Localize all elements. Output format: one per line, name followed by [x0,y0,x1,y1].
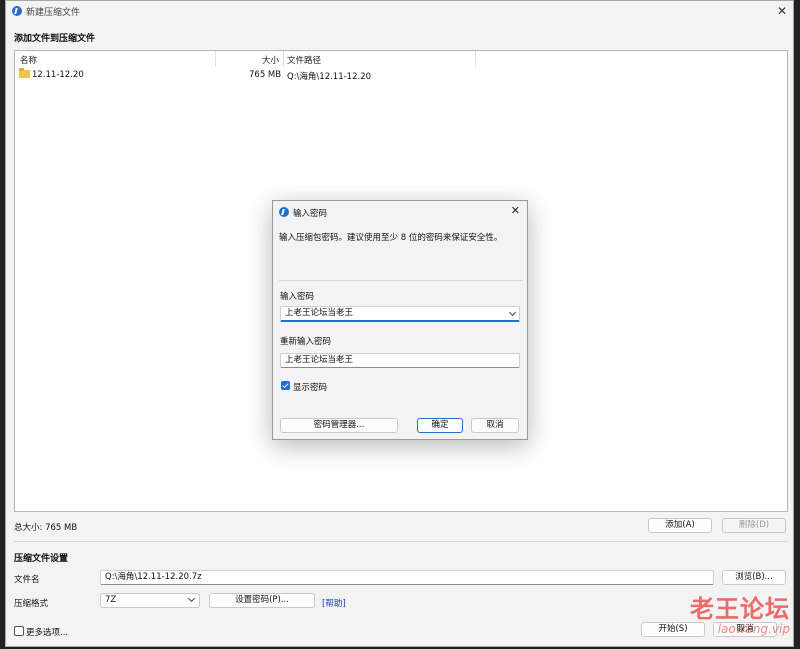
filename-input[interactable]: Q:\海角\12.11-12.20.7z [100,570,714,585]
cancel-button[interactable]: 取消 [713,622,777,637]
dialog-description: 输入压缩包密码。建议使用至少 8 位的密码来保证安全性。 [279,233,503,243]
column-header-size[interactable]: 大小 [262,54,279,66]
column-separator[interactable] [475,51,476,67]
show-password-label[interactable]: 显示密码 [293,381,327,393]
files-section-title: 添加文件到压缩文件 [14,34,96,44]
reenter-password-label: 重新输入密码 [280,337,332,347]
dialog-title: 输入密码 [293,209,328,219]
set-password-button[interactable]: 设置密码(P)... [209,593,315,608]
password-manager-button[interactable]: 密码管理器... [280,418,398,433]
section-divider [14,541,788,542]
show-password-checkbox[interactable] [281,381,290,390]
total-size-label: 总大小: 765 MB [14,523,78,533]
window-title: 新建压缩文件 [26,8,81,18]
app-logo-icon [12,6,22,16]
add-button[interactable]: 添加(A) [648,518,712,533]
start-button[interactable]: 开始(S) [641,622,705,637]
format-select-value: 7Z [105,595,117,605]
column-header-name[interactable]: 名称 [20,54,37,66]
reenter-password-input[interactable]: 上老王论坛当老王 [280,353,520,368]
dialog-ok-button[interactable]: 确定 [417,418,463,433]
table-row[interactable]: 12.11-12.20 765 MB Q:\海角\12.11-12.20 [16,68,786,82]
column-separator[interactable] [215,51,216,67]
dialog-app-icon [279,207,289,217]
format-label: 压缩格式 [14,599,49,609]
help-link[interactable]: [帮助] [322,597,346,609]
settings-section-title: 压缩文件设置 [14,554,69,564]
chevron-down-icon[interactable] [508,308,517,317]
dialog-close-icon[interactable]: ✕ [511,204,520,217]
format-select[interactable]: 7Z [100,593,200,608]
password-label: 输入密码 [280,292,315,302]
browse-button[interactable]: 浏览(B)... [722,570,786,585]
column-separator[interactable] [283,51,284,67]
delete-button[interactable]: 删除(D) [722,518,786,533]
folder-icon [19,68,30,78]
password-value: 上老王论坛当老王 [285,308,354,318]
column-header-path[interactable]: 文件路径 [287,54,321,66]
more-options-checkbox[interactable] [14,626,24,636]
more-options-label[interactable]: 更多选项... [26,626,68,638]
row-size: 765 MB [249,70,282,80]
chevron-down-icon [187,594,196,603]
password-dialog: 输入密码 ✕ 输入压缩包密码。建议使用至少 8 位的密码来保证安全性。 输入密码… [272,200,528,440]
window-close-icon[interactable]: ✕ [777,4,787,18]
dialog-divider [279,280,523,281]
window-titlebar: 新建压缩文件 ✕ [6,1,793,21]
dialog-cancel-button[interactable]: 取消 [471,418,519,433]
password-input[interactable]: 上老王论坛当老王 [280,306,520,322]
row-path: Q:\海角\12.11-12.20 [287,72,372,82]
filename-label: 文件名 [14,575,40,585]
row-name: 12.11-12.20 [32,70,84,80]
background-right [794,0,800,649]
